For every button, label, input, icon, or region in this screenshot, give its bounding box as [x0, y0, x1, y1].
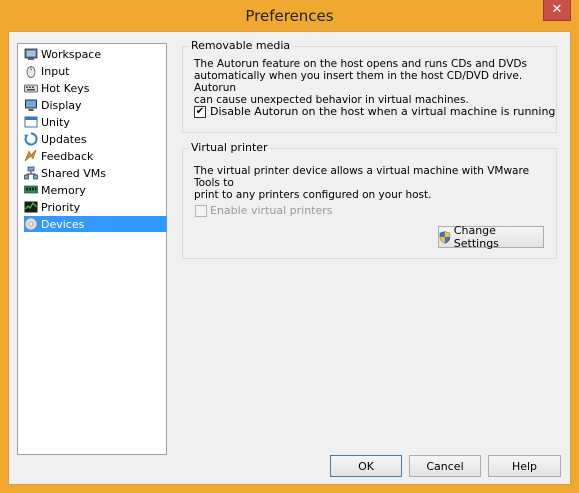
keyboard-icon	[24, 84, 38, 93]
sidebar-item-unity[interactable]: Unity	[24, 114, 167, 130]
ok-button[interactable]: OK	[330, 455, 402, 477]
sidebar-item-label: Display	[41, 98, 82, 112]
removable-media-description-line: automatically when you insert them in th…	[194, 70, 523, 94]
title-bar[interactable]: Preferences ✕	[0, 0, 579, 32]
disable-autorun-label[interactable]: Disable Autorun on the host when a virtu…	[210, 105, 555, 118]
workspace-icon	[24, 48, 38, 60]
cancel-button[interactable]: Cancel	[409, 455, 481, 477]
virtual-printer-title: Virtual printer	[189, 141, 270, 154]
sidebar-item-label: Shared VMs	[41, 166, 106, 180]
sidebar-item-label: Priority	[41, 200, 81, 214]
sidebar-item-devices[interactable]: Devices	[24, 216, 167, 232]
ok-label: OK	[358, 459, 374, 473]
sidebar-item-label: Devices	[41, 217, 85, 231]
sidebar-item-input[interactable]: Input	[24, 63, 167, 79]
virtual-printer-description-line: print to any printers configured on your…	[194, 189, 432, 201]
help-label: Help	[511, 459, 538, 473]
monitor-icon	[25, 99, 37, 111]
window-title: Preferences	[245, 7, 334, 25]
removable-media-description: The Autorun feature on the host opens an…	[194, 58, 554, 106]
change-settings-label: Change Settings	[453, 224, 499, 250]
removable-media-title: Removable media	[189, 39, 293, 52]
sidebar-item-label: Workspace	[41, 47, 102, 61]
feedback-icon	[24, 149, 37, 162]
enable-virtual-printers-label[interactable]: Enable virtual printers	[210, 204, 333, 217]
change-settings-button[interactable]: Change Settings	[438, 224, 544, 250]
sidebar-item-workspace[interactable]: Workspace	[24, 46, 167, 62]
sidebar-item-feedback[interactable]: Feedback	[24, 148, 167, 164]
mouse-icon	[26, 66, 36, 78]
sidebar-item-label: Feedback	[41, 149, 94, 163]
sidebar-item-hot-keys[interactable]: Hot Keys	[24, 80, 167, 96]
sidebar-item-updates[interactable]: Updates	[24, 131, 167, 147]
virtual-printer-description-line: The virtual printer device allows a virt…	[194, 165, 530, 189]
help-button[interactable]: Help	[488, 455, 561, 477]
virtual-printer-description: The virtual printer device allows a virt…	[194, 165, 554, 201]
sidebar-item-label: Updates	[41, 132, 87, 146]
sidebar-item-memory[interactable]: Memory	[24, 182, 167, 198]
enable-virtual-printers-checkbox[interactable]	[195, 205, 207, 217]
close-button[interactable]: ✕	[543, 0, 571, 21]
refresh-icon	[24, 132, 38, 146]
uac-shield-icon	[439, 230, 451, 244]
network-icon	[24, 166, 38, 180]
sidebar-item-label: Memory	[41, 183, 86, 197]
sidebar-item-label: Hot Keys	[41, 81, 90, 95]
removable-media-description-line: The Autorun feature on the host opens an…	[194, 58, 527, 70]
sidebar-item-label: Unity	[41, 115, 70, 129]
sidebar-item-priority[interactable]: Priority	[24, 199, 167, 215]
sidebar-item-display[interactable]: Display	[24, 97, 167, 113]
sidebar-item-shared-vms[interactable]: Shared VMs	[24, 165, 167, 181]
memory-icon	[24, 185, 38, 194]
sidebar-item-label: Input	[41, 64, 70, 78]
close-icon: ✕	[551, 2, 563, 17]
priority-icon	[24, 201, 38, 213]
unity-icon	[24, 116, 38, 128]
preferences-category-list[interactable]: Workspace Input Hot Keys Display Unity U…	[17, 43, 167, 455]
disc-icon	[24, 217, 38, 231]
disable-autorun-checkbox[interactable]: ✔	[194, 106, 206, 118]
cancel-label: Cancel	[426, 459, 464, 473]
